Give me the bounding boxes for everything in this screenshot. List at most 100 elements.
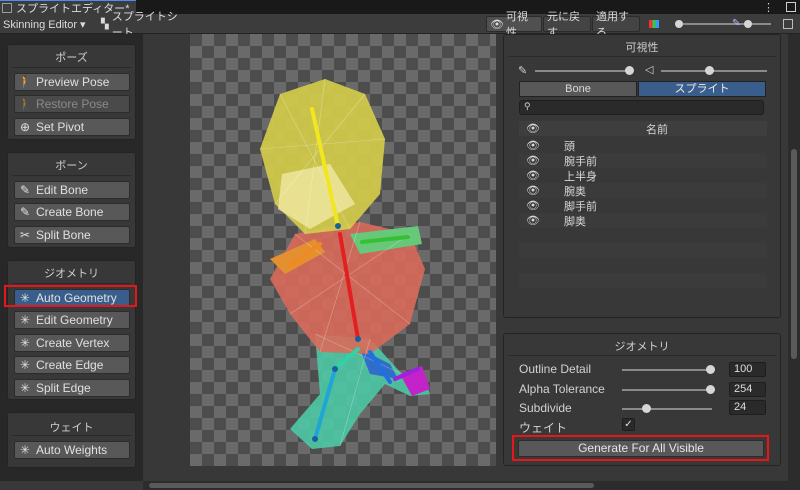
outline-detail-slider[interactable]	[622, 369, 712, 371]
vertical-scrollbar-thumb[interactable]	[791, 149, 797, 359]
sprite-canvas[interactable]	[190, 34, 496, 466]
mode-dropdown[interactable]: Skinning Editor ▾	[0, 16, 93, 32]
divider	[12, 283, 131, 284]
divider	[12, 435, 131, 436]
weight-panel-title: ウェイト	[49, 422, 94, 434]
alpha-tolerance-field[interactable]: 254	[729, 382, 766, 397]
outline-detail-field[interactable]: 100	[729, 362, 766, 377]
generate-button-highlight	[512, 435, 769, 461]
edit-bone-button[interactable]: ✎ Edit Bone	[14, 181, 130, 199]
geometry-tools-panel: ジオメトリ ✳ Auto Geometry ✳ Edit Geometry ✳ …	[7, 260, 136, 400]
horizontal-scrollbar-thumb[interactable]	[149, 483, 594, 488]
apply-button[interactable]: 適用する	[592, 11, 640, 39]
preview-pose-label: Preview Pose	[36, 75, 110, 89]
rgb-icon	[649, 20, 659, 28]
preview-pose-button[interactable]: 🚶 Preview Pose	[14, 73, 130, 91]
layer-row[interactable]: 👁 頭	[519, 138, 767, 153]
editor-toolbar: Skinning Editor ▾ ▚ スプライトシート 👁 可視性 元に戻す …	[0, 11, 800, 39]
pivot-icon: ⊕	[19, 120, 31, 134]
eye-icon[interactable]: 👁	[519, 139, 547, 152]
edit-bone-label: Edit Bone	[36, 183, 89, 197]
zoom-slider[interactable]: ✎	[675, 18, 775, 30]
eye-icon[interactable]: 👁	[519, 184, 547, 197]
split-edge-button[interactable]: ✳ Split Edge	[14, 379, 130, 397]
auto-weights-label: Auto Weights	[36, 443, 108, 457]
visibility-panel-title: 可視性	[625, 42, 659, 54]
divider	[12, 67, 131, 68]
name-column-header: 名前	[646, 123, 668, 136]
alpha-tolerance-knob[interactable]	[706, 385, 715, 394]
eye-icon[interactable]: 👁	[519, 122, 547, 135]
revert-button[interactable]: 元に戻す	[543, 11, 591, 39]
subdivide-field[interactable]: 24	[729, 400, 766, 415]
create-bone-button[interactable]: ✎ Create Bone	[14, 203, 130, 221]
visibility-toggle[interactable]: 👁 可視性	[486, 11, 542, 39]
edit-geometry-icon: ✳	[19, 313, 31, 327]
tool-sidebar: ポーズ 🚶 Preview Pose 🚶 Restore Pose ⊕ Set …	[0, 34, 143, 481]
divider	[12, 175, 131, 176]
layer-name: 腕手前	[564, 155, 597, 168]
bone-opacity-slider[interactable]	[535, 70, 629, 72]
zoom-slider-track	[683, 23, 771, 25]
layer-row[interactable]: 👁 腕奥	[519, 183, 767, 198]
weight-label: ウェイト	[519, 421, 568, 435]
sprite-editor-icon	[2, 2, 12, 13]
layer-row[interactable]: 👁 腕手前	[519, 153, 767, 168]
weight-checkbox[interactable]: ✓	[622, 418, 635, 431]
layer-name: 腕奥	[564, 185, 586, 198]
set-pivot-label: Set Pivot	[36, 120, 85, 134]
tab-sprite[interactable]: スプライト	[638, 81, 766, 97]
split-bone-button[interactable]: ✂ Split Bone	[14, 226, 130, 244]
layer-search-input[interactable]: ⚲	[519, 100, 764, 115]
subdivide-slider[interactable]	[622, 408, 712, 410]
eye-icon[interactable]: 👁	[519, 154, 547, 167]
mode-dropdown-label: Skinning Editor ▾	[3, 18, 86, 31]
divider	[508, 355, 776, 356]
create-edge-icon: ✳	[19, 358, 31, 372]
layer-row-empty	[519, 258, 767, 273]
create-vertex-icon: ✳	[19, 336, 31, 350]
outline-detail-knob[interactable]	[706, 365, 715, 374]
bone-opacity-knob[interactable]	[625, 66, 634, 75]
auto-weights-button[interactable]: ✳ Auto Weights	[14, 441, 130, 459]
restore-pose-label: Restore Pose	[36, 97, 109, 111]
alpha-tolerance-slider[interactable]	[622, 389, 712, 391]
color-channel-button[interactable]	[646, 16, 664, 32]
bone-joint	[355, 336, 361, 342]
pose-panel: ポーズ 🚶 Preview Pose 🚶 Restore Pose ⊕ Set …	[7, 44, 136, 140]
eye-icon: 👁	[490, 18, 504, 31]
sprite-sheet-button[interactable]: ▚ スプライトシート	[98, 11, 188, 39]
sprite-sheet-icon: ▚	[101, 18, 109, 30]
layer-name: 脚手前	[564, 200, 597, 213]
layer-name: 脚奥	[564, 215, 586, 228]
mipmap-icon[interactable]	[783, 19, 793, 29]
tab-bone[interactable]: Bone	[519, 81, 637, 97]
create-edge-button[interactable]: ✳ Create Edge	[14, 356, 130, 374]
set-pivot-button[interactable]: ⊕ Set Pivot	[14, 118, 130, 136]
alpha-tolerance-label: Alpha Tolerance	[519, 382, 605, 396]
zoom-slider-min	[675, 20, 683, 28]
layer-name: 頭	[564, 140, 575, 153]
sprite-opacity-slider[interactable]	[661, 70, 767, 72]
bone-panel: ボーン ✎ Edit Bone ✎ Create Bone ✂ Split Bo…	[7, 152, 136, 248]
auto-weights-icon: ✳	[19, 443, 31, 457]
maximize-icon[interactable]	[786, 2, 796, 12]
geometry-settings-title: ジオメトリ	[614, 341, 670, 353]
edit-geometry-button[interactable]: ✳ Edit Geometry	[14, 311, 130, 329]
bone-joint	[335, 223, 341, 229]
zoom-slider-knob	[744, 20, 752, 28]
vertical-scrollbar[interactable]	[788, 34, 800, 481]
eye-icon[interactable]: 👁	[519, 199, 547, 212]
layer-row[interactable]: 👁 脚手前	[519, 198, 767, 213]
create-vertex-button[interactable]: ✳ Create Vertex	[14, 334, 130, 352]
eye-icon[interactable]: 👁	[519, 169, 547, 182]
eye-icon[interactable]: 👁	[519, 214, 547, 227]
restore-pose-button[interactable]: 🚶 Restore Pose	[14, 95, 130, 113]
bone-edit-icon: ✎	[19, 183, 31, 197]
sprite-opacity-icon: ◁	[645, 64, 654, 76]
layer-row[interactable]: 👁 上半身	[519, 168, 767, 183]
sprite-opacity-knob[interactable]	[705, 66, 714, 75]
layer-row[interactable]: 👁 脚奥	[519, 213, 767, 228]
kebab-icon[interactable]: ⋮	[763, 1, 774, 14]
horizontal-scrollbar[interactable]	[143, 481, 800, 490]
